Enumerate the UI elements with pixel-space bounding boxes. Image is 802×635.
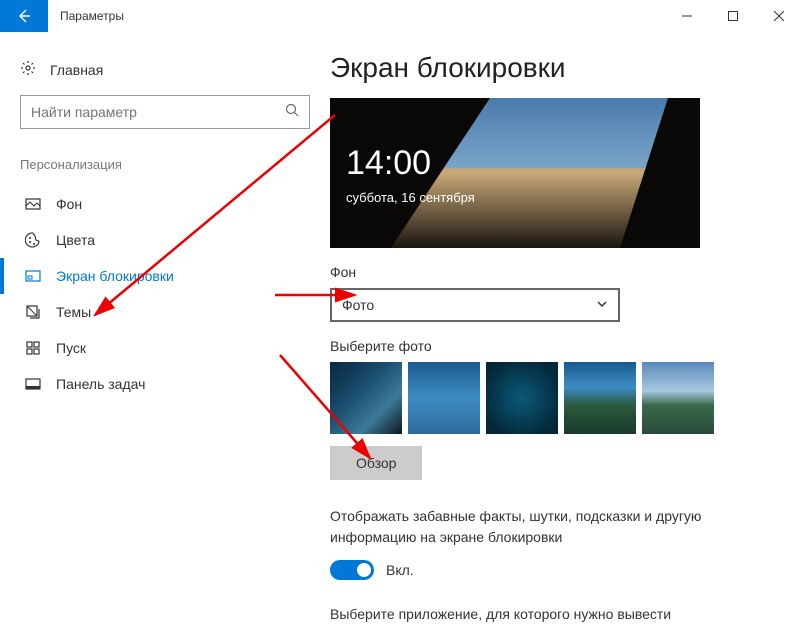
home-link[interactable]: Главная [20,52,310,95]
back-button[interactable] [0,0,48,32]
sidebar-item-lockscreen[interactable]: Экран блокировки [20,258,310,294]
gear-icon [20,60,38,79]
sidebar-item-taskbar[interactable]: Панель задач [20,366,310,402]
preview-date: суббота, 16 сентября [346,190,475,205]
photo-thumbnails [330,362,772,434]
search-icon [285,103,299,122]
photo-thumb-2[interactable] [408,362,480,434]
section-label: Персонализация [20,157,310,172]
lockscreen-preview: 14:00 суббота, 16 сентября [330,98,700,248]
nav-label: Экран блокировки [56,268,174,284]
minimize-button[interactable] [664,0,710,32]
window-title: Параметры [48,9,664,23]
background-label: Фон [330,264,772,280]
facts-toggle-row: Вкл. [330,560,772,580]
window-controls [664,0,802,32]
search-field[interactable] [31,104,285,120]
photo-thumb-1[interactable] [330,362,402,434]
sidebar-item-background[interactable]: Фон [20,186,310,222]
background-dropdown[interactable]: Фото [330,288,620,322]
photo-thumb-4[interactable] [564,362,636,434]
nav-label: Темы [56,304,91,320]
chevron-down-icon [596,297,608,313]
maximize-button[interactable] [710,0,756,32]
sidebar-item-themes[interactable]: Темы [20,294,310,330]
close-button[interactable] [756,0,802,32]
nav-label: Пуск [56,340,86,356]
sidebar-item-colors[interactable]: Цвета [20,222,310,258]
page-heading: Экран блокировки [330,52,772,84]
app-status-label: Выберите приложение, для которого нужно … [330,606,772,622]
image-icon [24,196,42,212]
sidebar-item-start[interactable]: Пуск [20,330,310,366]
choose-photo-label: Выберите фото [330,338,772,354]
photo-thumb-3[interactable] [486,362,558,434]
main-content: Экран блокировки 14:00 суббота, 16 сентя… [330,32,802,635]
photo-thumb-5[interactable] [642,362,714,434]
palette-icon [24,232,42,248]
nav-label: Панель задач [56,376,145,392]
facts-description: Отображать забавные факты, шутки, подска… [330,506,730,548]
home-label: Главная [50,62,103,78]
arrow-left-icon [16,8,32,24]
titlebar: Параметры [0,0,802,32]
toggle-label: Вкл. [386,562,414,578]
start-icon [24,340,42,356]
preview-time: 14:00 [346,144,431,183]
browse-button[interactable]: Обзор [330,446,422,480]
nav-label: Фон [56,196,82,212]
facts-toggle[interactable] [330,560,374,580]
sidebar: Главная Персонализация Фон Цвета Экран б… [0,32,330,635]
taskbar-icon [24,376,42,392]
search-input[interactable] [20,95,310,129]
dropdown-value: Фото [342,297,374,313]
lockscreen-icon [24,268,42,284]
nav-label: Цвета [56,232,95,248]
themes-icon [24,304,42,320]
